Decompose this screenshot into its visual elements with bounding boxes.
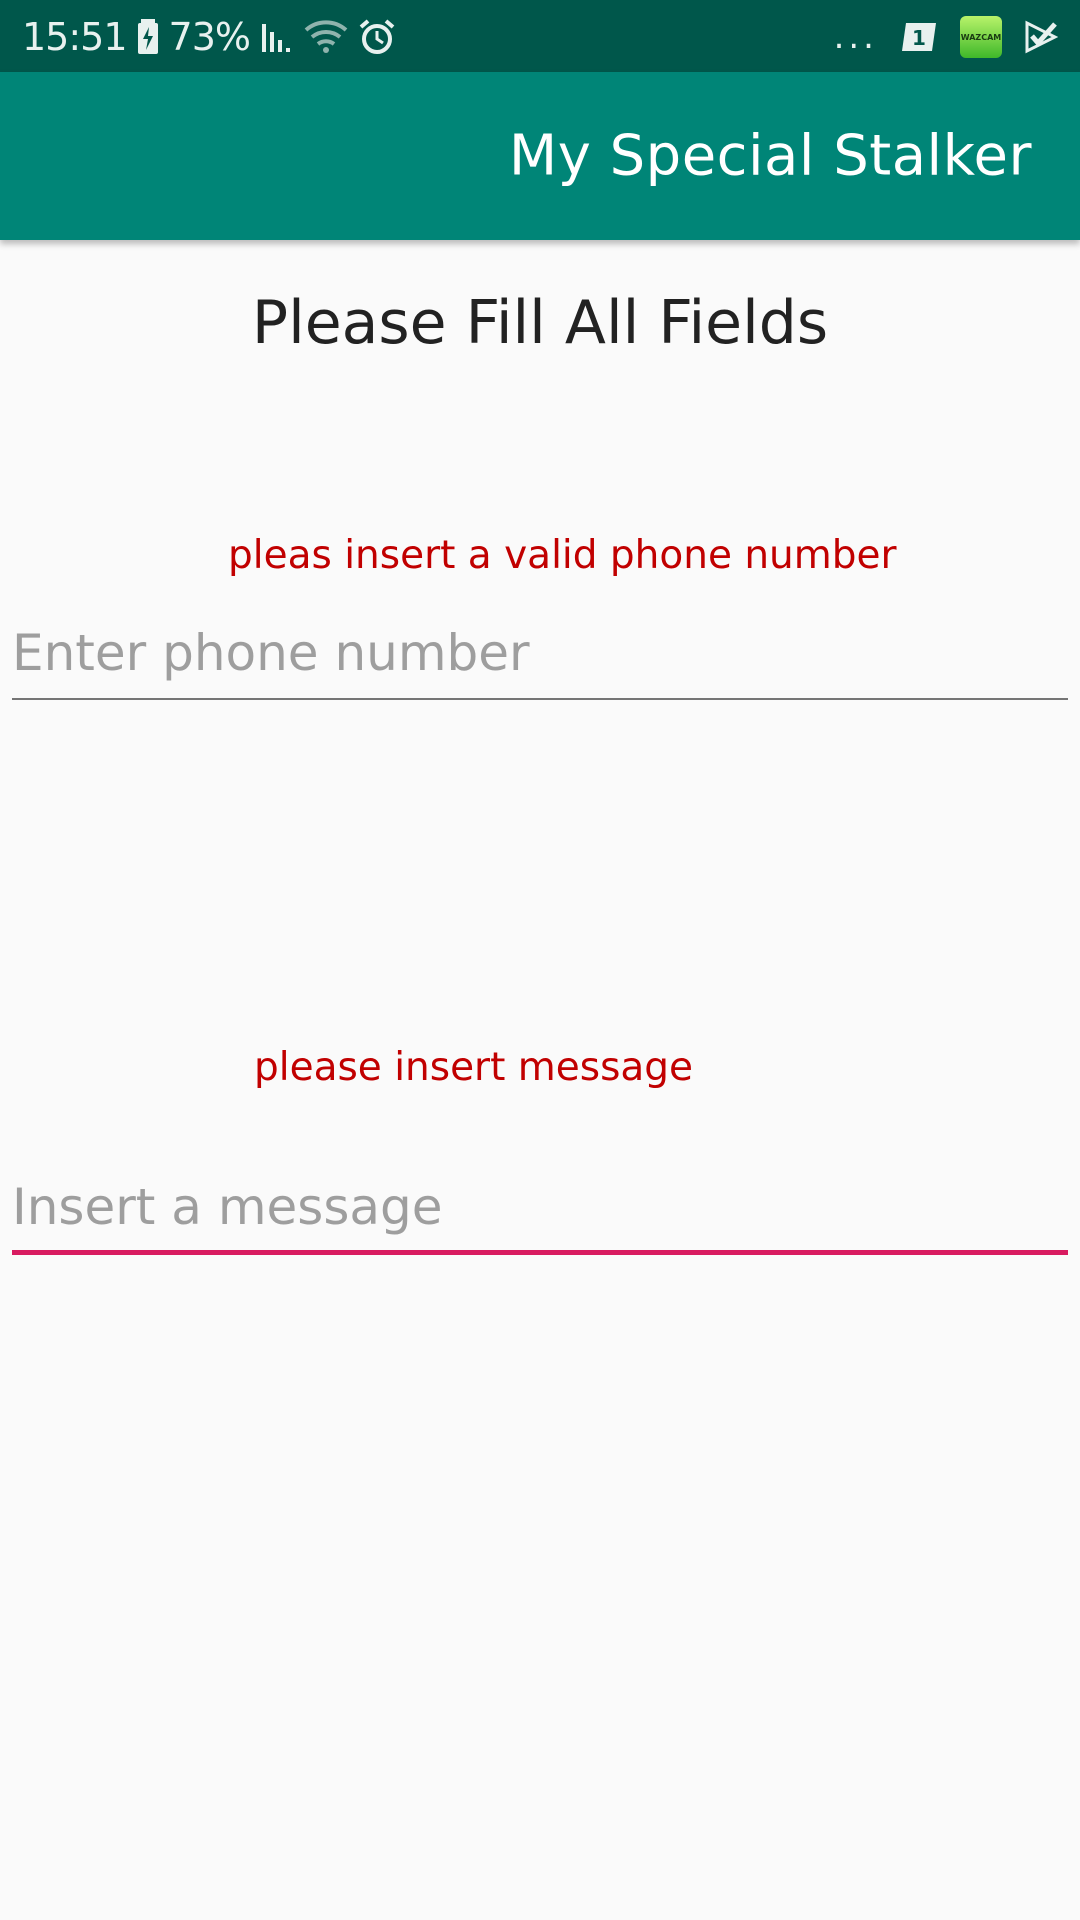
wazcam-label: WAZCAM xyxy=(960,32,1002,42)
more-notifications-icon: ... xyxy=(833,17,878,57)
notification-1-icon: 1 xyxy=(900,21,938,53)
app-title: My Special Stalker xyxy=(508,123,1032,189)
wazcam-app-icon: WAZCAM xyxy=(960,16,1002,58)
phone-underline xyxy=(12,698,1068,700)
battery-charging-icon xyxy=(137,19,159,55)
form-heading: Please Fill All Fields xyxy=(251,288,829,358)
phone-error-text: pleas insert a valid phone number xyxy=(228,533,897,578)
status-bar: 15:51 73% ... 1 WAZCAM xyxy=(0,0,1080,72)
battery-percent: 73% xyxy=(168,15,251,59)
svg-text:1: 1 xyxy=(912,26,926,50)
message-field[interactable] xyxy=(12,1172,1068,1255)
signal-icon xyxy=(260,20,294,54)
check-icon xyxy=(1024,20,1058,54)
status-right: ... 1 WAZCAM xyxy=(834,12,1058,62)
status-left: 15:51 73% xyxy=(22,12,396,62)
message-input[interactable] xyxy=(12,1172,1068,1242)
phone-input[interactable] xyxy=(12,618,1068,688)
wifi-icon xyxy=(304,18,348,56)
message-error-text: please insert message xyxy=(254,1045,694,1090)
status-time: 15:51 xyxy=(22,15,128,59)
phone-field[interactable] xyxy=(12,618,1068,700)
alarm-icon xyxy=(358,18,396,56)
app-bar: My Special Stalker xyxy=(0,72,1080,240)
message-underline xyxy=(12,1250,1068,1255)
screen: 15:51 73% ... 1 WAZCAM My Special Stalke… xyxy=(0,0,1080,1920)
